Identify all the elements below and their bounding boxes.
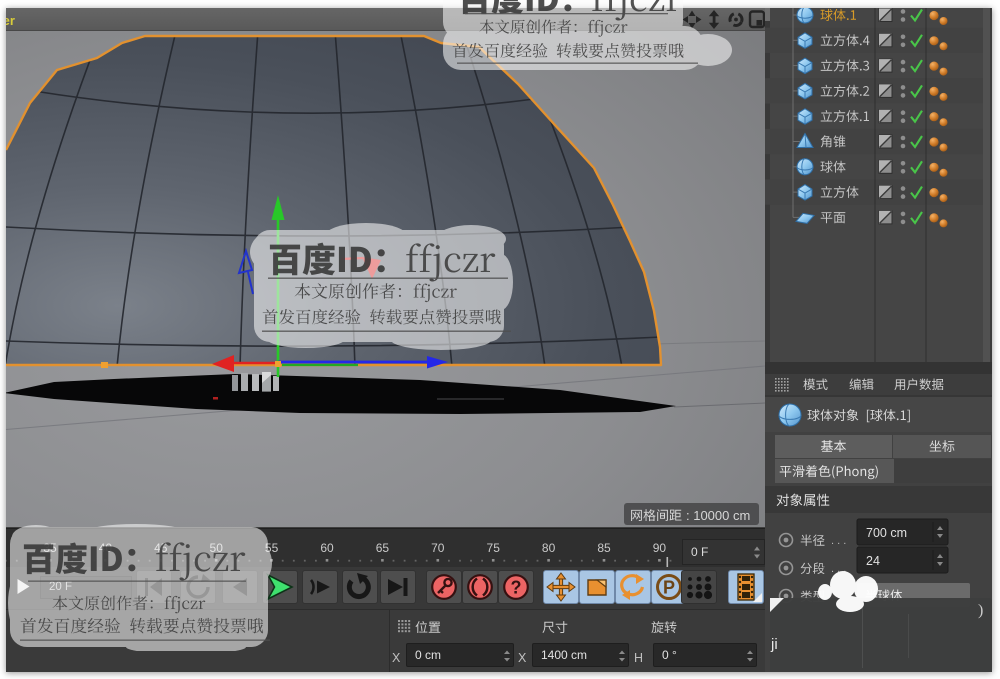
svg-text:H: H (634, 651, 643, 665)
svg-text:X: X (518, 651, 527, 665)
svg-text:80: 80 (542, 541, 556, 555)
svg-text:90: 90 (653, 541, 667, 555)
svg-text:X: X (392, 651, 401, 665)
svg-text:60: 60 (320, 541, 334, 555)
svg-text:70: 70 (431, 541, 445, 555)
svg-text:85: 85 (597, 541, 611, 555)
svg-text:?: ? (511, 578, 522, 598)
svg-text:700 cm: 700 cm (866, 526, 907, 540)
svg-text:. . .: . . . (831, 535, 846, 547)
svg-text:P: P (663, 578, 675, 598)
svg-text:: 10000 cm: : 10000 cm (686, 508, 750, 523)
svg-text:65: 65 (376, 541, 390, 555)
svg-text:75: 75 (487, 541, 501, 555)
